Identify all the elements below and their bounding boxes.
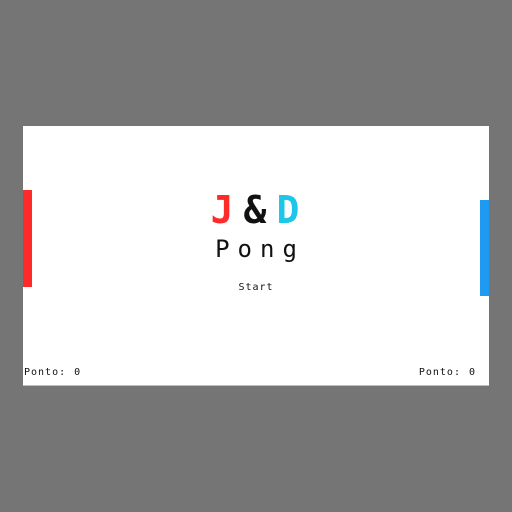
game-subtitle: Pong [215,235,305,263]
canvas-border [23,385,489,386]
title-ampersand: & [243,188,269,232]
left-score: Ponto: 0 [24,367,81,379]
game-window: J & D Pong Start Ponto: 0 Ponto: 0 [0,0,512,512]
left-score-value: 0 [74,367,82,378]
title-letter-j: J [210,188,236,232]
right-score-value: 0 [468,367,476,378]
right-score: Ponto: 0 [419,367,476,379]
left-score-label: Ponto: [24,367,67,378]
game-canvas[interactable]: J & D Pong Start Ponto: 0 Ponto: 0 [23,126,489,386]
game-title: J & D [23,190,489,230]
title-letter-d: D [276,188,302,232]
right-score-label: Ponto: [418,367,461,378]
start-button[interactable]: Start [238,282,273,294]
